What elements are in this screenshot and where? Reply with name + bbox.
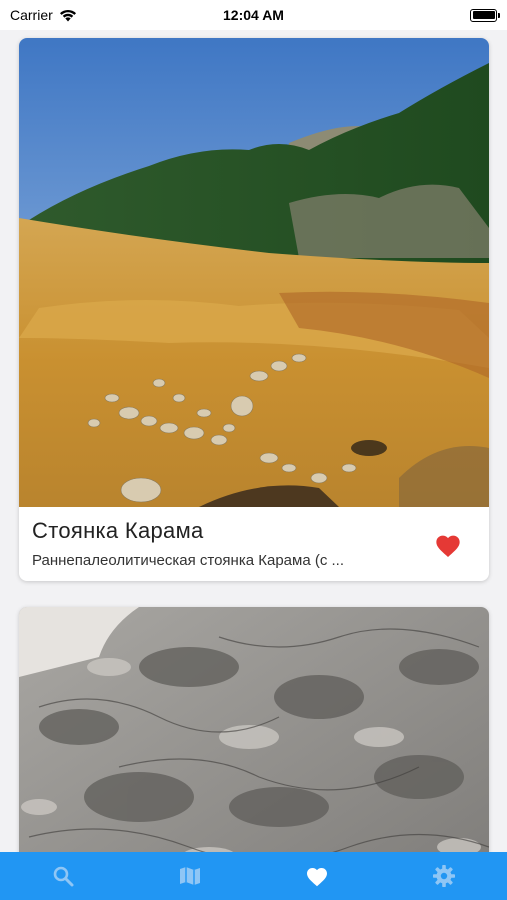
place-photo[interactable] bbox=[19, 607, 489, 852]
place-photo[interactable] bbox=[19, 38, 489, 507]
places-feed[interactable]: Стоянка Карама Раннепалеолитическая стоя… bbox=[0, 30, 507, 852]
landscape-photo bbox=[19, 38, 489, 507]
carrier-label: Carrier bbox=[10, 7, 53, 23]
place-title: Стоянка Карама bbox=[32, 518, 204, 543]
wifi-icon bbox=[59, 9, 76, 21]
tab-favorites[interactable] bbox=[254, 852, 381, 900]
gear-icon bbox=[432, 865, 455, 887]
heart-icon bbox=[306, 868, 327, 887]
place-card-footer[interactable]: Стоянка Карама Раннепалеолитическая стоя… bbox=[19, 507, 489, 581]
map-icon bbox=[180, 867, 201, 885]
battery-icon bbox=[470, 8, 500, 22]
tab-settings[interactable] bbox=[380, 852, 507, 900]
battery-level bbox=[472, 11, 495, 19]
place-card[interactable]: Стоянка Карама Раннепалеолитическая стоя… bbox=[19, 38, 489, 581]
bottom-tab-bar bbox=[0, 852, 507, 900]
place-card[interactable] bbox=[19, 607, 489, 852]
status-bar: Carrier 12:04 AM bbox=[0, 0, 507, 30]
rock-texture-photo bbox=[19, 607, 489, 852]
tab-search[interactable] bbox=[0, 852, 127, 900]
place-description: Раннепалеолитическая стоянка Карама (с .… bbox=[32, 552, 344, 569]
status-left: Carrier bbox=[10, 7, 77, 23]
favorite-heart-icon[interactable] bbox=[434, 532, 462, 558]
tab-map[interactable] bbox=[127, 852, 254, 900]
search-icon bbox=[54, 866, 74, 887]
